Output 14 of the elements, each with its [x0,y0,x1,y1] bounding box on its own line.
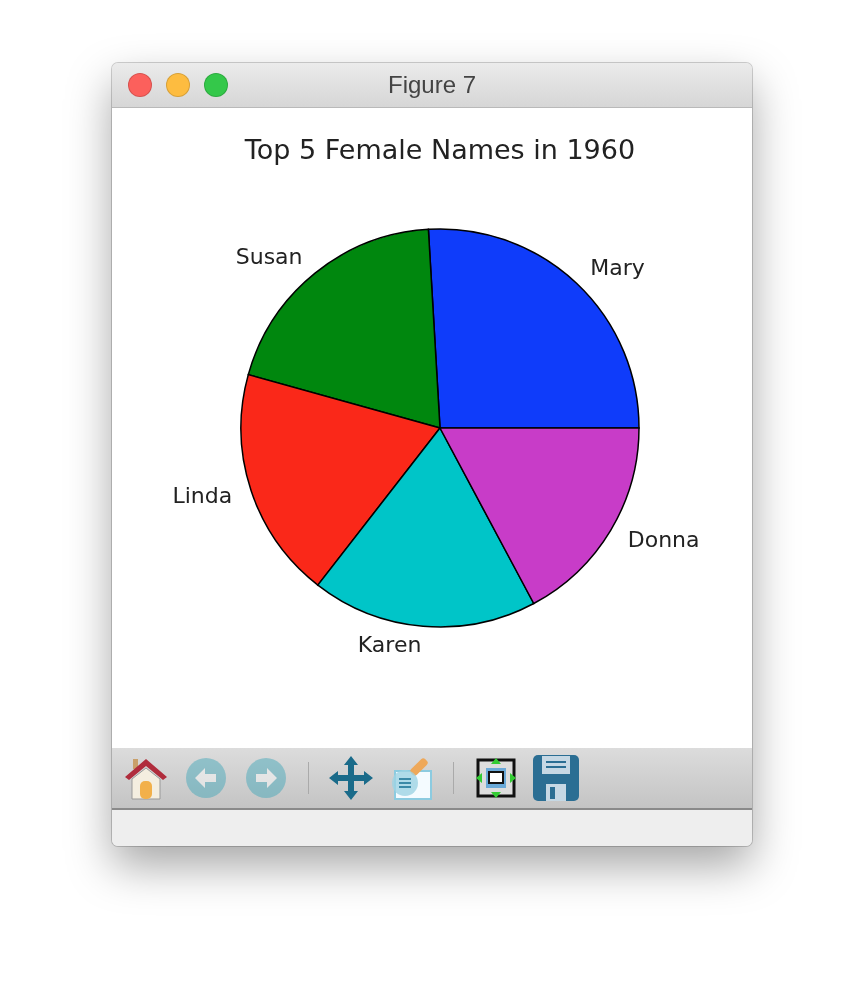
slice-label: Donna [627,526,700,552]
move-icon [328,755,374,801]
chart-title: Top 5 Female Names in 1960 [244,133,636,165]
window-title: Figure 7 [387,71,476,99]
slice-label: Karen [357,632,422,658]
zoom-button[interactable] [204,73,228,97]
close-button[interactable] [128,73,152,97]
save-icon [532,754,580,802]
save-button[interactable] [532,754,580,802]
subplot-config-icon [474,756,518,800]
slice-label: Susan [235,243,303,269]
slice-label: Mary [590,254,645,280]
pan-button[interactable] [327,754,375,802]
slice-label: Linda [172,482,233,508]
